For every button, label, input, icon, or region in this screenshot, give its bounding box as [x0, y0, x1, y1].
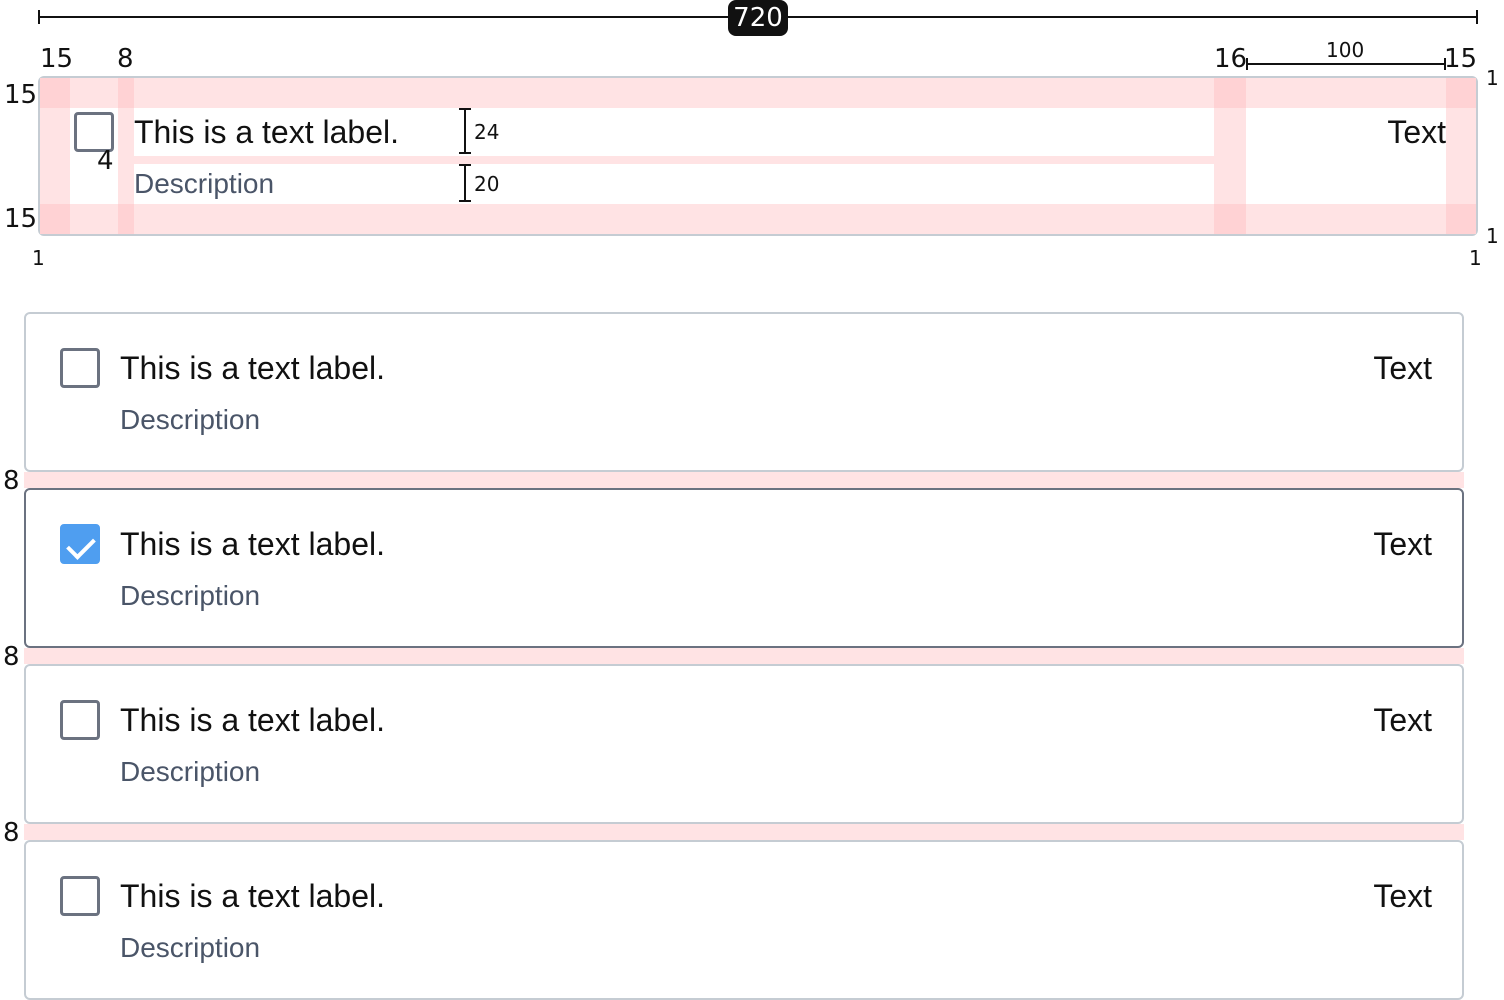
card-description: Description	[120, 580, 261, 611]
spec-right-text: Text	[1387, 114, 1446, 150]
padding-bottom-label: 15	[4, 204, 38, 234]
desc-height-label: 20	[474, 172, 500, 196]
desc-height-cap-top	[459, 164, 471, 166]
label-height-cap-bottom	[459, 152, 471, 154]
spec-padding-top	[40, 78, 1476, 108]
label-height-marker	[464, 108, 466, 154]
gap-right-label: 16	[1214, 44, 1248, 74]
spec-description: Description	[134, 168, 275, 199]
card-gap	[24, 472, 1464, 488]
card-right-text: Text	[1373, 702, 1432, 738]
spec-label: This is a text label.	[134, 114, 399, 150]
checkbox[interactable]	[60, 700, 100, 740]
spec-padding-bottom	[40, 204, 1476, 234]
padding-right-label: 15	[1444, 44, 1478, 74]
checkbox[interactable]	[60, 876, 100, 916]
desc-height-cap-bottom	[459, 200, 471, 202]
card-label: This is a text label.	[120, 702, 385, 738]
border-top-right-label: 1	[1486, 66, 1499, 90]
card-description: Description	[120, 404, 261, 435]
checkbox[interactable]	[60, 348, 100, 388]
card-right-text: Text	[1373, 878, 1432, 914]
card-gap-label: 8	[3, 466, 20, 496]
checkbox-checked[interactable]	[60, 524, 100, 564]
checkbox-card[interactable]: This is a text label. Description Text	[24, 664, 1464, 824]
card-gap-label: 8	[3, 642, 20, 672]
spec-gap-left-bottom	[118, 204, 134, 234]
card-label: This is a text label.	[120, 526, 385, 562]
card-gap	[24, 648, 1464, 664]
label-height-cap-top	[459, 108, 471, 110]
card-gap-label: 8	[3, 818, 20, 848]
width-dimension-tick-left	[38, 10, 40, 24]
spec-corner-tr	[1446, 78, 1476, 108]
border-bottom-left-label: 1	[32, 246, 45, 270]
card-label: This is a text label.	[120, 878, 385, 914]
card-description: Description	[120, 756, 261, 787]
padding-left-label: 15	[40, 44, 74, 74]
spec-corner-bl	[40, 204, 70, 234]
spec-corner-br	[1446, 204, 1476, 234]
checkmark-icon	[66, 530, 96, 560]
padding-top-label: 15	[4, 80, 38, 110]
border-bottom-right-label: 1	[1486, 224, 1499, 248]
spec-corner-tl	[40, 78, 70, 108]
card-label: This is a text label.	[120, 350, 385, 386]
width-dimension-tick-right	[1476, 10, 1478, 24]
card-right-text: Text	[1373, 526, 1432, 562]
border-bottom-far-right-label: 1	[1469, 246, 1482, 270]
spec-gap-left-top	[118, 78, 134, 108]
right-width-dimension-line	[1247, 63, 1445, 65]
card-gap	[24, 824, 1464, 840]
spec-gap-right-bottom	[1214, 204, 1246, 234]
checkbox-gap-label: 4	[97, 146, 114, 176]
right-width-tick-left	[1246, 58, 1248, 70]
card-right-text: Text	[1373, 350, 1432, 386]
label-height-label: 24	[474, 120, 500, 144]
width-dimension-badge: 720	[728, 0, 788, 36]
checkbox-card[interactable]: This is a text label. Description Text	[24, 312, 1464, 472]
desc-height-marker	[464, 164, 466, 202]
checkbox-card-selected[interactable]: This is a text label. Description Text	[24, 488, 1464, 648]
spec-gap-right-top	[1214, 78, 1246, 108]
right-width-label: 100	[1326, 38, 1365, 62]
checkbox-card[interactable]: This is a text label. Description Text	[24, 840, 1464, 1000]
card-description: Description	[120, 932, 261, 963]
spec-label-gap	[118, 156, 1246, 164]
gap-left-label: 8	[117, 44, 134, 74]
